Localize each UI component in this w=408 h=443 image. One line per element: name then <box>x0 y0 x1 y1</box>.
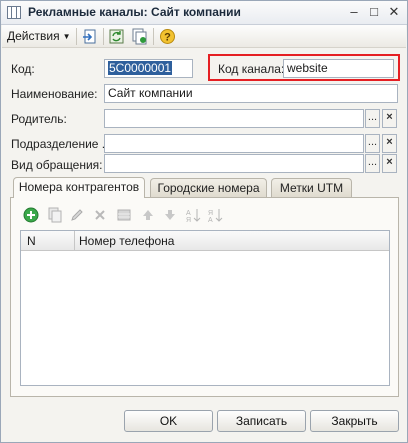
edit-icon[interactable] <box>69 207 85 223</box>
request-type-select-button[interactable]: ... <box>365 154 380 173</box>
chevron-down-icon: ▼ <box>62 32 71 41</box>
maximize-button[interactable]: □ <box>365 4 383 21</box>
ok-button[interactable]: OK <box>124 410 213 432</box>
table-icon[interactable] <box>116 207 132 223</box>
svg-text:Я: Я <box>208 210 213 217</box>
request-type-label: Вид обращения: <box>11 158 103 172</box>
parent-label: Родитель: <box>11 112 67 126</box>
help-icon[interactable]: ? <box>159 28 176 45</box>
catalog-icon <box>7 6 21 19</box>
refresh-icon[interactable] <box>108 28 125 45</box>
close-button[interactable]: Закрыть <box>310 410 399 432</box>
tab-utm-tags[interactable]: Метки UTM <box>271 178 352 197</box>
title-bar: Рекламные каналы: Сайт компании – □ ✕ <box>1 1 407 25</box>
svg-text:A: A <box>208 217 213 223</box>
phone-numbers-table[interactable]: N Номер телефона <box>20 230 390 386</box>
column-separator <box>74 231 75 251</box>
code-value: 5C0000001 <box>108 61 173 75</box>
actions-menu[interactable]: Действия ▼ <box>7 29 71 43</box>
department-field[interactable] <box>104 134 364 153</box>
toolbar-separator <box>76 28 77 45</box>
toolbar-separator <box>153 28 154 45</box>
parent-clear-icon[interactable]: × <box>382 109 397 128</box>
table-header: N Номер телефона <box>21 231 389 251</box>
add-icon[interactable] <box>23 207 39 223</box>
actions-menu-label: Действия <box>7 29 60 43</box>
copy-icon[interactable] <box>131 28 148 45</box>
svg-text:Я: Я <box>186 217 191 223</box>
column-header-n[interactable]: N <box>27 234 36 248</box>
name-field[interactable]: Сайт компании <box>104 84 398 103</box>
code-label: Код: <box>11 62 35 76</box>
window: Рекламные каналы: Сайт компании – □ ✕ Де… <box>0 0 408 443</box>
department-label: Подразделение ... <box>11 137 112 151</box>
channel-code-field[interactable]: website <box>283 59 394 78</box>
sort-descending-icon[interactable]: ЯA <box>207 207 223 224</box>
request-type-field[interactable] <box>104 154 364 173</box>
department-clear-icon[interactable]: × <box>382 134 397 153</box>
go-to-icon[interactable] <box>82 28 99 45</box>
save-button[interactable]: Записать <box>217 410 306 432</box>
svg-text:?: ? <box>164 32 171 44</box>
column-header-phone[interactable]: Номер телефона <box>79 234 174 248</box>
request-type-clear-icon[interactable]: × <box>382 154 397 173</box>
window-title: Рекламные каналы: Сайт компании <box>28 5 241 19</box>
toolbar-separator <box>103 28 104 45</box>
close-window-button[interactable]: ✕ <box>385 4 403 21</box>
svg-text:A: A <box>186 210 191 217</box>
code-field[interactable]: 5C0000001 <box>104 59 193 78</box>
department-select-button[interactable]: ... <box>365 134 380 153</box>
toolbar: Действия ▼ ? <box>2 25 406 48</box>
move-down-icon[interactable] <box>162 207 178 223</box>
tab-city-numbers[interactable]: Городские номера <box>150 178 267 197</box>
name-label: Наименование: <box>11 87 98 101</box>
move-up-icon[interactable] <box>140 207 156 223</box>
parent-field[interactable] <box>104 109 364 128</box>
tab-counterparty-numbers[interactable]: Номера контрагентов <box>13 177 145 198</box>
copy-row-icon[interactable] <box>47 207 63 223</box>
delete-icon[interactable] <box>92 207 108 223</box>
parent-select-button[interactable]: ... <box>365 109 380 128</box>
channel-code-label: Код канала: <box>218 62 285 76</box>
minimize-button[interactable]: – <box>345 4 363 21</box>
sort-ascending-icon[interactable]: AЯ <box>185 207 201 224</box>
